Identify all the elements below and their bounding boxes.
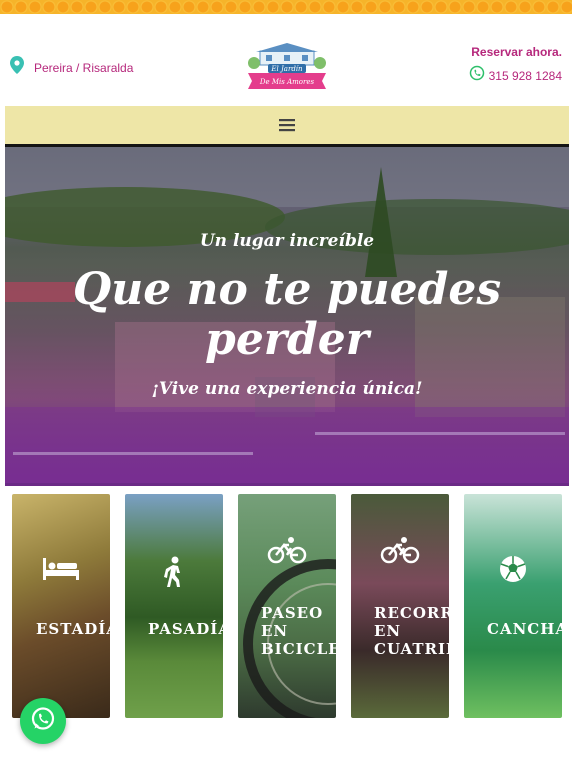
service-label: CANCHA <box>487 620 562 638</box>
service-label: ESTADÍA <box>36 620 110 638</box>
site-header: Pereira / Risaralda El Jardín De Mis Amo… <box>0 14 572 106</box>
site-logo[interactable]: El Jardín De Mis Amores <box>246 43 328 95</box>
location-text: Pereira / Risaralda <box>34 60 134 75</box>
services-cards: ESTADÍA PASADÍA PASEO EN BICICLETA RECOR… <box>0 494 572 720</box>
phone-row[interactable]: 315 928 1284 <box>469 65 562 86</box>
hero-banner: Un lugar increíble Que no te puedes perd… <box>5 144 569 486</box>
whatsapp-small-icon <box>469 65 485 86</box>
whatsapp-chat-button[interactable] <box>20 698 66 744</box>
service-label: PASEO EN BICICLETA <box>261 604 336 658</box>
logo-line2: De Mis Amores <box>259 78 315 86</box>
reserve-link[interactable]: Reservar ahora. <box>469 45 562 59</box>
service-card-cuatrimoto[interactable]: RECORRIDO EN CUATRIMOTO <box>351 494 449 718</box>
service-card-estadia[interactable]: ESTADÍA <box>12 494 110 718</box>
bicycle-icon <box>351 536 449 564</box>
location: Pereira / Risaralda <box>10 56 133 79</box>
service-label: PASADÍA <box>148 620 223 638</box>
map-pin-icon <box>10 56 24 79</box>
service-label-line3: CUATRIMOTO <box>374 640 449 658</box>
whatsapp-icon <box>30 706 56 737</box>
hamburger-menu-icon[interactable] <box>275 113 299 137</box>
service-label-line1: PASEO <box>261 604 324 622</box>
hero-tagline: ¡Vive una experiencia única! <box>151 379 423 399</box>
phone-number[interactable]: 315 928 1284 <box>489 69 562 83</box>
bed-icon <box>12 556 110 582</box>
service-card-cancha[interactable]: CANCHA <box>464 494 562 718</box>
service-label: RECORRIDO EN CUATRIMOTO <box>374 604 449 658</box>
hero-subtitle: Un lugar increíble <box>199 231 375 251</box>
decorative-top-border <box>0 0 572 14</box>
reserve-block: Reservar ahora. 315 928 1284 <box>469 45 562 86</box>
service-card-bicicleta[interactable]: PASEO EN BICICLETA <box>238 494 336 718</box>
logo-line1: El Jardín <box>270 65 303 73</box>
navbar <box>5 106 569 144</box>
soccer-ball-icon <box>464 554 562 584</box>
service-label-line3: BICICLETA <box>261 640 336 658</box>
service-card-pasadia[interactable]: PASADÍA <box>125 494 223 718</box>
service-label-line2: EN <box>261 622 289 640</box>
bicycle-icon <box>238 536 336 564</box>
hero-title-line2: perder <box>205 314 369 365</box>
hero-title: Que no te puedes perder <box>5 265 569 365</box>
hero-title-line1: Que no te puedes <box>72 264 502 315</box>
walking-icon <box>125 556 223 588</box>
service-label-line1: RECORRIDO <box>374 604 449 622</box>
service-label-line2: EN <box>374 622 402 640</box>
